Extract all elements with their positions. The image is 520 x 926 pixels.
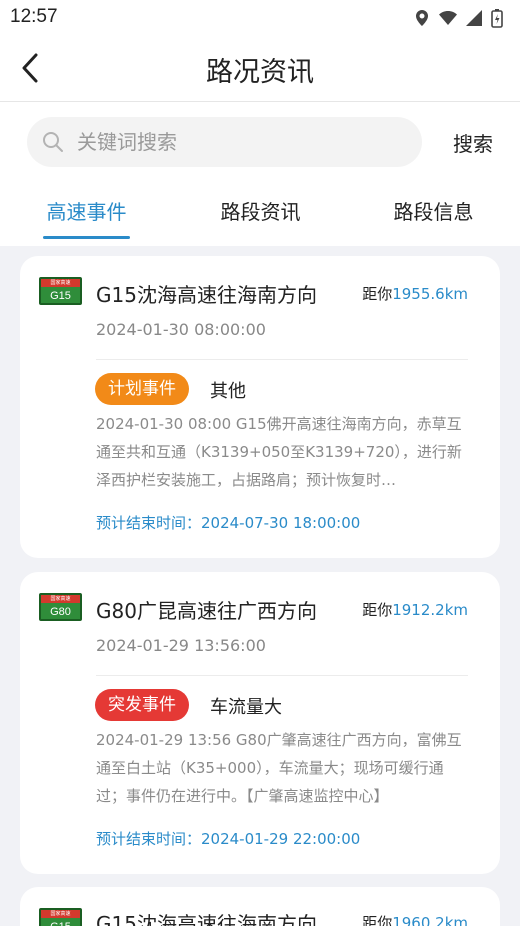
event-type-tag: 计划事件 [95,373,189,405]
search-box[interactable] [27,117,422,167]
distance-value: 1912.2km [392,601,468,619]
battery-icon [490,8,510,28]
event-time: 2024-01-29 13:56:00 [96,636,266,655]
tab-bar: 高速事件 路段资讯 路段信息 [0,182,520,246]
tab-road-news[interactable]: 路段资讯 [217,196,304,225]
distance: 距你1912.2km [362,599,468,620]
event-card[interactable]: 国家高速 G80 G80广昆高速往广西方向 距你1912.2km 2024-01… [20,572,500,874]
distance-label: 距你 [362,914,393,926]
road-badge-icon: 国家高速 G15 [39,277,82,305]
tab-road-info[interactable]: 路段信息 [390,196,477,225]
tab-highway-events[interactable]: 高速事件 [43,196,130,225]
tab-active-indicator [43,236,130,239]
event-title: G15沈海高速往海南方向 [96,912,317,926]
badge-top-strip: 国家高速 [41,279,80,287]
road-badge-icon: 国家高速 G15 [39,908,82,926]
search-input[interactable] [77,117,397,167]
distance: 距你1955.6km [362,283,468,304]
event-card[interactable]: 国家高速 G15 G15沈海高速往海南方向 距你1955.6km 2024-01… [20,256,500,558]
distance: 距你1960.2km [362,912,468,926]
wifi-icon [438,8,458,28]
road-code: G15 [50,290,71,302]
status-bar: 12:57 [0,0,520,36]
status-time: 12:57 [10,6,58,27]
divider [96,675,468,676]
distance-label: 距你 [362,285,393,303]
nav-bar: 路况资讯 [0,36,520,102]
event-description: 2024-01-30 08:00 G15佛开高速往海南方向，赤草互通至共和互通（… [96,415,462,489]
divider [96,359,468,360]
event-end-time: 预计结束时间：2024-01-29 22:00:00 [96,830,361,848]
event-title: G15沈海高速往海南方向 [96,283,317,307]
road-code: G80 [50,606,71,618]
badge-top-strip: 国家高速 [41,910,80,918]
signal-icon [464,8,484,28]
event-type-tag: 突发事件 [95,689,189,721]
location-icon [412,8,432,28]
road-code: G15 [41,918,80,926]
event-card[interactable]: 国家高速 G15 G15沈海高速往海南方向 距你1960.2km [20,887,500,926]
search-icon [43,132,63,152]
event-kind: 其他 [210,381,246,402]
search-button[interactable]: 搜索 [453,128,493,157]
road-badge-icon: 国家高速 G80 [39,593,82,621]
status-icons [412,8,510,28]
distance-value: 1955.6km [392,285,468,303]
event-end-time: 预计结束时间：2024-07-30 18:00:00 [96,514,361,532]
event-title: G80广昆高速往广西方向 [96,599,317,623]
distance-label: 距你 [362,601,393,619]
distance-value: 1960.2km [392,914,468,926]
event-time: 2024-01-30 08:00:00 [96,320,266,339]
page-title: 路况资讯 [206,57,314,88]
badge-top-strip: 国家高速 [41,595,80,603]
search-area: 搜索 [0,102,520,182]
event-description: 2024-01-29 13:56 G80广肇高速往广西方向，富佛互通至白土站（K… [96,731,462,805]
event-kind: 车流量大 [210,697,282,718]
